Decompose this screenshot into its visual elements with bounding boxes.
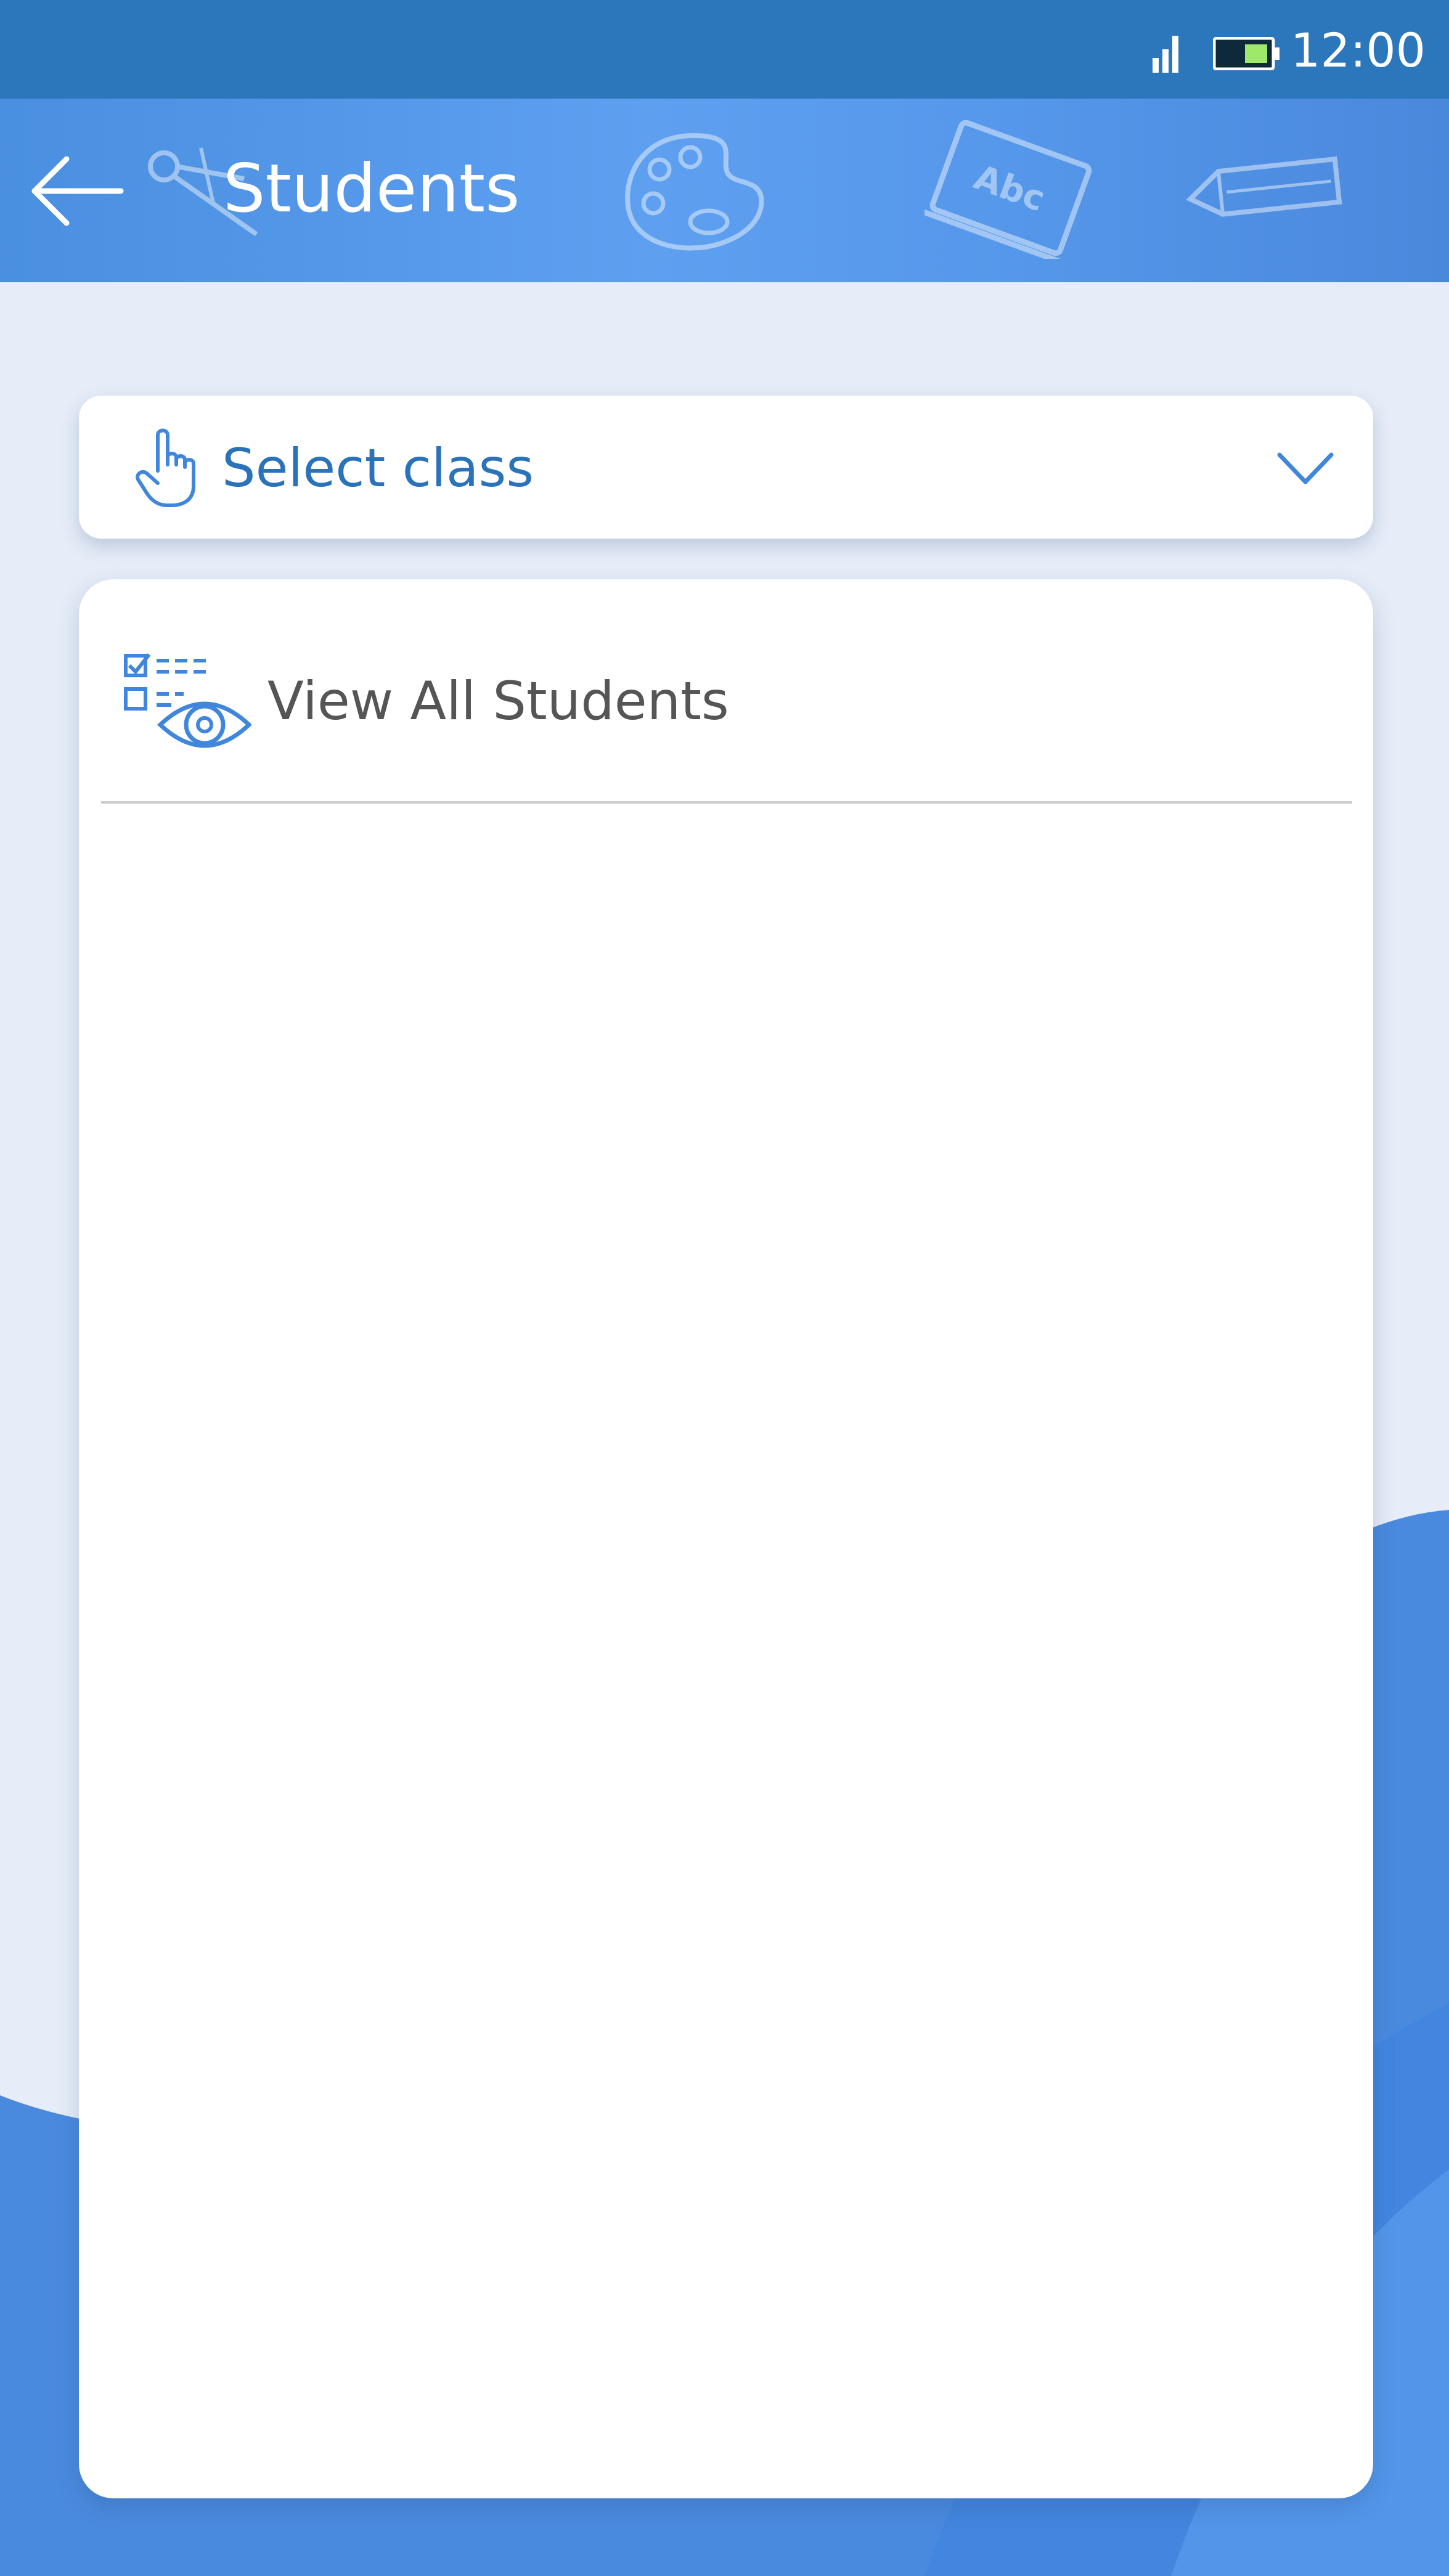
pencil-icon [1186,156,1342,217]
page-title: Students [223,150,520,227]
view-all-students-label: View All Students [267,670,729,732]
checklist-eye-icon [124,653,251,748]
signal-icon [1153,36,1178,73]
view-all-students-item[interactable]: View All Students [79,579,1373,801]
status-time: 12:00 [1290,23,1426,78]
students-list-card: View All Students [79,579,1373,2498]
battery-icon [1213,37,1280,70]
status-bar: 12:00 [0,0,1449,99]
chalkboard-icon: Abc [925,120,1092,259]
svg-text:Abc: Abc [969,157,1050,219]
app-bar: Abc Students [0,99,1449,282]
chevron-down-icon [1277,452,1334,484]
select-class-label: Select class [222,438,534,499]
back-button[interactable] [22,142,133,240]
list-divider [101,801,1352,804]
pointing-hand-icon [136,428,195,507]
class-select-dropdown[interactable]: Select class [79,396,1373,539]
back-arrow-icon [31,156,124,226]
palette-icon [625,132,764,251]
